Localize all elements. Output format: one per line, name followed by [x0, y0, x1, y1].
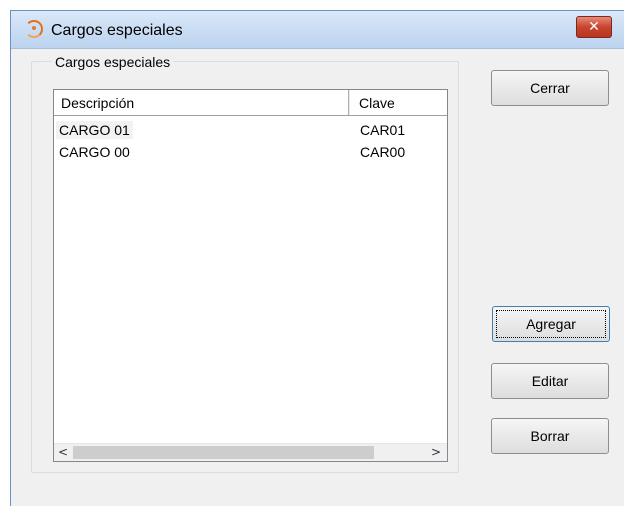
column-header-clave[interactable]: Clave: [359, 95, 395, 111]
title-bar[interactable]: Cargos especiales ✕: [11, 11, 624, 49]
cell-descripcion: CARGO 01: [56, 121, 133, 139]
close-icon[interactable]: ✕: [576, 16, 612, 38]
list-row[interactable]: CARGO 00 CAR00: [54, 143, 447, 163]
borrar-button-label: Borrar: [530, 428, 570, 444]
list-header: Descripción Clave: [54, 90, 447, 116]
cell-clave: CAR01: [360, 122, 406, 138]
cerrar-button-label: Cerrar: [530, 80, 570, 96]
editar-button[interactable]: Editar: [491, 363, 609, 399]
scrollbar-thumb[interactable]: [73, 446, 374, 459]
column-header-descripcion[interactable]: Descripción: [61, 95, 134, 111]
cerrar-button[interactable]: Cerrar: [491, 70, 609, 106]
cargos-list[interactable]: Descripción Clave CARGO 01 CAR01 CARGO 0…: [53, 89, 448, 462]
agregar-button[interactable]: Agregar: [492, 306, 610, 342]
chevron-right-icon[interactable]: >: [427, 444, 445, 461]
editar-button-label: Editar: [531, 373, 569, 389]
cell-clave: CAR00: [360, 144, 406, 160]
column-divider[interactable]: [348, 90, 350, 115]
horizontal-scrollbar[interactable]: < >: [54, 443, 447, 461]
chevron-left-icon[interactable]: <: [54, 444, 72, 461]
app-logo-icon: [25, 20, 43, 38]
window-title: Cargos especiales: [51, 22, 183, 39]
list-row[interactable]: CARGO 01 CAR01: [54, 121, 447, 141]
cell-descripcion: CARGO 00: [59, 144, 130, 160]
groupbox-title: Cargos especiales: [52, 54, 174, 70]
borrar-button[interactable]: Borrar: [491, 418, 609, 454]
agregar-button-label: Agregar: [526, 316, 576, 332]
